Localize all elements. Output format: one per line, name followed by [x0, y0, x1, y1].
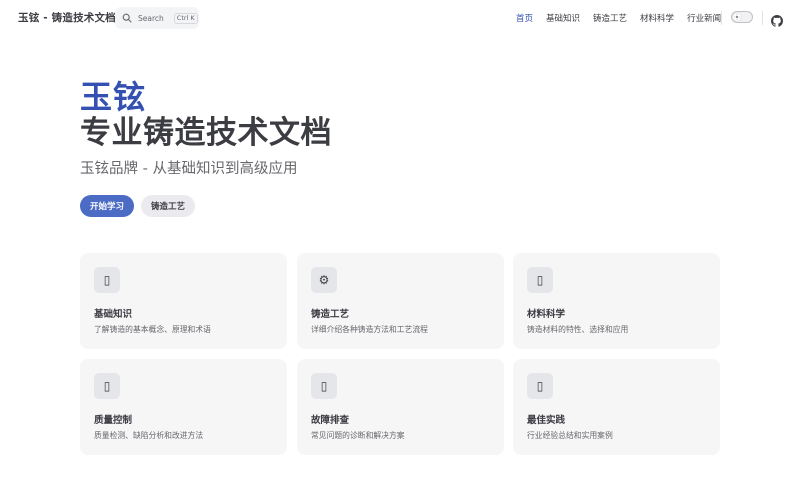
feature-title: 最佳实践	[527, 415, 566, 426]
nav-link-casting-process[interactable]: 铸造工艺	[593, 12, 627, 24]
feature-title: 材料科学	[527, 309, 566, 320]
feature-title: 基础知识	[94, 309, 133, 320]
book-icon: ▯	[94, 267, 120, 293]
feature-title: 质量控制	[94, 415, 133, 426]
nav-link-news[interactable]: 行业新闻	[687, 12, 721, 24]
search-button[interactable]: Search Ctrl K	[115, 7, 199, 29]
feature-card-basics[interactable]: ▯ 基础知识 了解铸造的基本概念、原理和术语	[80, 253, 287, 349]
flask-icon: ▯	[527, 267, 553, 293]
hero-tagline: 玉铉品牌 - 从基础知识到高级应用	[80, 161, 298, 177]
site-title[interactable]: 玉铉 - 铸造技术文档	[18, 10, 116, 25]
nav-link-home[interactable]: 首页	[516, 12, 533, 24]
feature-details: 常见问题的诊断和解决方案	[311, 431, 405, 440]
casting-process-button[interactable]: 铸造工艺	[141, 195, 195, 217]
nav-link-materials[interactable]: 材料科学	[640, 12, 674, 24]
feature-title: 故障排查	[311, 415, 350, 426]
feature-details: 行业经验总结和实用案例	[527, 431, 613, 440]
feature-title: 铸造工艺	[311, 309, 350, 320]
nav-divider	[721, 11, 722, 25]
feature-card-casting-process[interactable]: ⚙ 铸造工艺 详细介绍各种铸造方法和工艺流程	[297, 253, 504, 349]
feature-details: 质量检测、缺陷分析和改进方法	[94, 431, 204, 440]
github-icon[interactable]	[771, 12, 783, 27]
nav-link-basics[interactable]: 基础知识	[546, 12, 580, 24]
nav-divider	[762, 11, 763, 25]
feature-details: 了解铸造的基本概念、原理和术语	[94, 325, 211, 334]
feature-card-best-practices[interactable]: ▯ 最佳实践 行业经验总结和实用案例	[513, 359, 720, 455]
feature-card-troubleshooting[interactable]: ▯ 故障排查 常见问题的诊断和解决方案	[297, 359, 504, 455]
feature-details: 铸造材料的特性、选择和应用	[527, 325, 629, 334]
appearance-toggle[interactable]	[731, 11, 753, 23]
hero-text: 专业铸造技术文档	[80, 115, 332, 151]
hero-name: 玉铉	[80, 78, 147, 116]
gear-icon: ⚙	[311, 267, 337, 293]
chart-icon: ▯	[94, 373, 120, 399]
bulb-icon: ▯	[527, 373, 553, 399]
search-icon	[122, 13, 132, 23]
navbar: 玉铉 - 铸造技术文档 Search Ctrl K 首页 基础知识 铸造工艺 材…	[0, 0, 800, 36]
nav-menu: 首页 基础知识 铸造工艺 材料科学 行业新闻	[516, 12, 734, 24]
search-shortcut: Ctrl K	[173, 12, 198, 24]
feature-details: 详细介绍各种铸造方法和工艺流程	[311, 325, 428, 334]
start-learning-button[interactable]: 开始学习	[80, 195, 134, 217]
sun-icon	[733, 13, 741, 21]
wrench-icon: ▯	[311, 373, 337, 399]
feature-card-materials[interactable]: ▯ 材料科学 铸造材料的特性、选择和应用	[513, 253, 720, 349]
feature-card-quality[interactable]: ▯ 质量控制 质量检测、缺陷分析和改进方法	[80, 359, 287, 455]
search-label: Search	[138, 13, 164, 23]
